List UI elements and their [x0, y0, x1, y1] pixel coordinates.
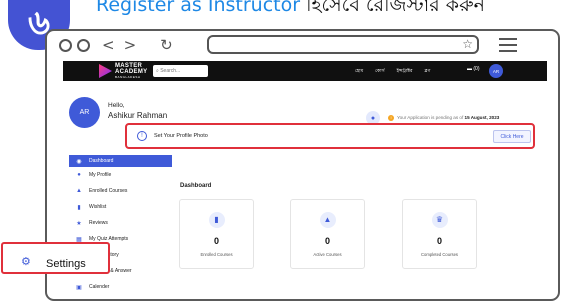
stat-value: 0 [213, 236, 219, 246]
stat-label: Completed Courses [420, 252, 458, 257]
book-icon: ▮ [208, 212, 225, 228]
info-icon: ! [388, 115, 394, 121]
greeting: Hello, [108, 102, 125, 109]
nav-item-home[interactable]: হোম [355, 67, 363, 75]
stat-card: ▮ 0 Enrolled Courses [179, 199, 254, 269]
application-status: ! Your Application is pending as of 15 Au… [388, 115, 499, 121]
nav-item-blog[interactable]: ব্লগ [425, 67, 431, 75]
sidebar-item-calender[interactable]: ▣ Calender [69, 279, 172, 295]
browser-toolbar: < > ↻ ☆ [47, 31, 558, 59]
stat-card: ▲ 0 Active Courses [290, 199, 365, 269]
stat-card: ♛ 0 Completed Courses [402, 199, 477, 269]
user-name: Ashikur Rahman [108, 111, 168, 120]
sidebar-item-label: Reviews [89, 220, 108, 226]
stat-label: Active Courses [313, 252, 342, 257]
forward-icon[interactable]: > [124, 36, 137, 54]
graduation-cap-icon: ▲ [319, 212, 336, 228]
profile-header: AR Hello, Ashikur Rahman ● ! Your Applica… [63, 81, 547, 129]
window-dot[interactable] [59, 38, 72, 52]
sidebar-item-settings[interactable]: ⚙ Settings [1, 242, 110, 274]
reload-icon[interactable]: ↻ [160, 36, 173, 54]
dashboard-title: Dashboard [180, 183, 212, 189]
window-dot[interactable] [77, 38, 90, 52]
browser-window: < > ↻ ☆ MASTER ACADEMY BANGLADESH ⌕ Search… [45, 29, 560, 301]
sidebar-item-my-profile[interactable]: ● My Profile [69, 167, 172, 183]
logo-icon [99, 64, 112, 78]
user-icon: ● [77, 172, 81, 178]
page-heading: Register as Instructor হিসেবে রেজিস্টার … [96, 0, 485, 23]
search-icon: ⌕ [156, 68, 159, 74]
bookmark-star-icon[interactable]: ☆ [462, 37, 473, 51]
header-avatar[interactable]: AR [489, 64, 503, 78]
heading-bengali: হিসেবে রেজিস্টার করুন [306, 0, 485, 16]
click-here-button[interactable]: Click Here [493, 130, 531, 143]
nav-item-courses[interactable]: কোর্স [375, 67, 384, 75]
sidebar: ◉ Dashboard ● My Profile ▲ Enrolled Courses ▮ W… [69, 155, 172, 295]
nav-item-instructor[interactable]: ইন্সট্রাক্টর [397, 67, 413, 75]
hamburger-menu-icon[interactable] [499, 38, 517, 52]
bookmark-icon: ▮ [77, 204, 81, 211]
sidebar-item-dashboard[interactable]: ◉ Dashboard [69, 155, 172, 167]
sidebar-item-label: Calender [89, 284, 110, 290]
site-header: MASTER ACADEMY BANGLADESH ⌕ Search... হোম … [63, 61, 547, 81]
sidebar-item-label: My Profile [89, 172, 112, 178]
cart-icon: ▬ [467, 66, 472, 72]
trophy-icon: ♛ [431, 212, 448, 228]
sidebar-item-label: Dashboard [89, 158, 114, 164]
sidebar-item-enrolled-courses[interactable]: ▲ Enrolled Courses [69, 183, 172, 199]
notice-text: Set Your Profile Photo [154, 133, 208, 139]
profile-photo-notice: ! Set Your Profile Photo Click Here [125, 123, 535, 149]
info-icon: ! [137, 131, 147, 141]
brand-logo[interactable]: MASTER ACADEMY BANGLADESH [115, 63, 147, 79]
cart-button[interactable]: ▬ (0) [467, 66, 480, 72]
sidebar-item-label: Settings [46, 258, 86, 270]
stat-value: 0 [324, 236, 330, 246]
stat-label: Enrolled Courses [200, 252, 233, 257]
site-nav: হোম কোর্স ইন্সট্রাক্টর ব্লগ [355, 67, 430, 75]
back-icon[interactable]: < [102, 36, 115, 54]
sidebar-item-reviews[interactable]: ★ Reviews [69, 215, 172, 231]
dashboard-icon: ◉ [76, 158, 82, 165]
gear-icon: ⚙ [21, 256, 31, 268]
calendar-icon: ▣ [76, 284, 82, 291]
graduation-cap-icon: ▲ [76, 188, 82, 194]
heading-english: Register as Instructor [96, 0, 301, 16]
site-search-input[interactable]: ⌕ Search... [153, 65, 208, 77]
sidebar-item-label: Enrolled Courses [89, 188, 128, 194]
avatar: AR [69, 97, 100, 128]
stat-value: 0 [436, 236, 442, 246]
sidebar-item-wishlist[interactable]: ▮ Wishlist [69, 199, 172, 215]
address-bar[interactable]: ☆ [207, 35, 479, 54]
sidebar-item-label: Wishlist [89, 204, 107, 210]
star-icon: ★ [76, 220, 82, 227]
